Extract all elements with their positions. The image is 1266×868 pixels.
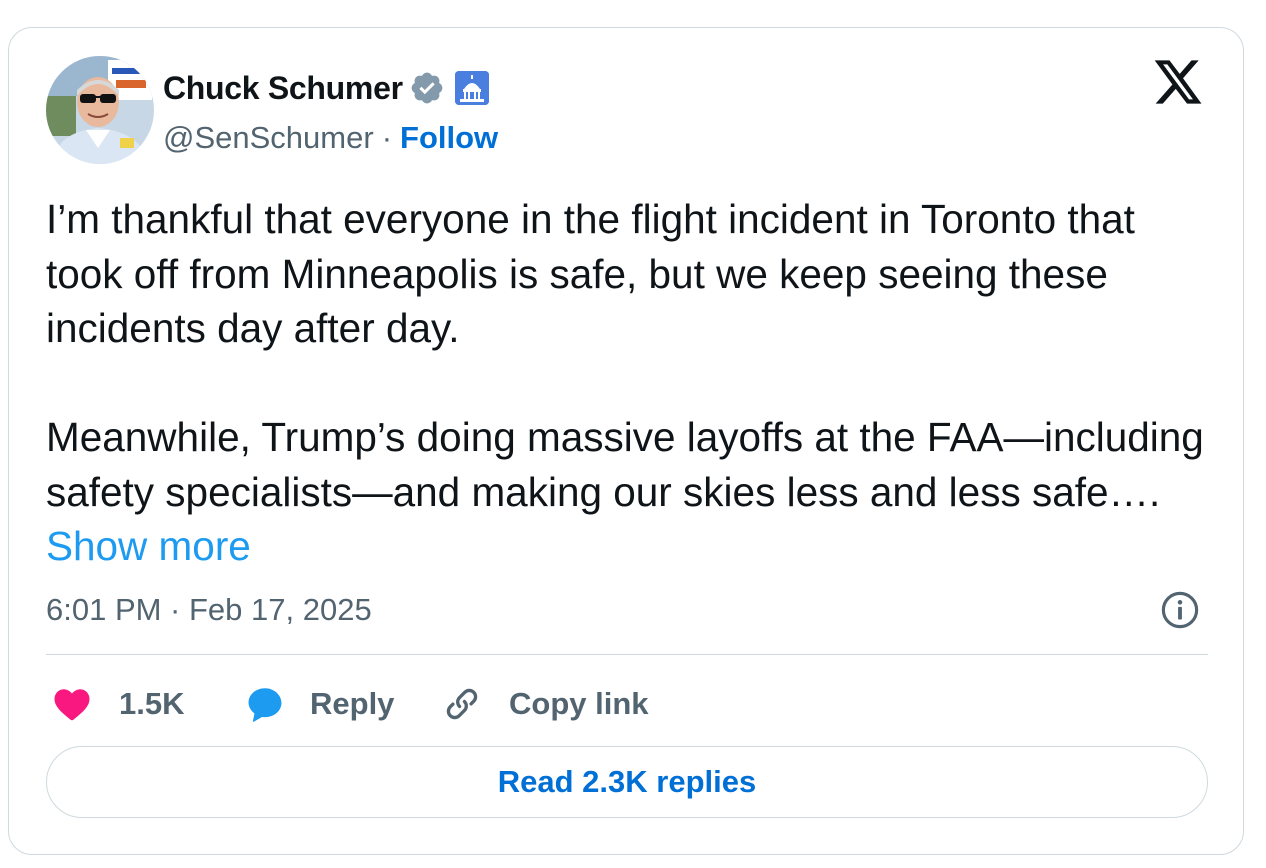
heart-icon <box>54 689 90 721</box>
tweet-body: I’m thankful that everyone in the flight… <box>46 196 1204 515</box>
show-more-link[interactable]: Show more <box>46 523 251 569</box>
read-replies-label: Read 2.3K replies <box>497 764 757 799</box>
info-icon[interactable] <box>1159 589 1201 631</box>
avatar[interactable] <box>46 56 154 164</box>
avatar-photo <box>46 56 154 164</box>
author-name-row: Chuck Schumer <box>163 66 489 110</box>
link-icon <box>446 688 478 720</box>
like-button[interactable]: 1.5K <box>51 679 184 729</box>
divider <box>46 654 1208 655</box>
tweet-card: Chuck Schumer @SenSchumer · Follow I’m t… <box>8 27 1244 855</box>
reply-label: Reply <box>310 686 395 721</box>
tweet-text: I’m thankful that everyone in the flight… <box>46 192 1216 574</box>
verified-badge-icon <box>411 72 443 104</box>
reply-bubble-icon <box>248 688 282 722</box>
author-name[interactable]: Chuck Schumer <box>163 70 403 107</box>
separator-dot: · <box>381 120 393 155</box>
author-handle[interactable]: @SenSchumer <box>163 120 374 156</box>
copy-link-button[interactable]: Copy link <box>441 679 649 729</box>
like-count: 1.5K <box>119 686 185 721</box>
follow-button[interactable]: Follow <box>400 120 498 156</box>
handle-row: @SenSchumer · Follow <box>163 118 498 158</box>
tweet-timestamp[interactable]: 6:01 PM · Feb 17, 2025 <box>46 588 372 632</box>
x-logo-icon[interactable] <box>1152 58 1204 106</box>
read-replies-button[interactable]: Read 2.3K replies <box>46 746 1208 818</box>
capitol-dome-icon[interactable] <box>454 71 489 105</box>
reply-button[interactable]: Reply <box>243 679 394 729</box>
copy-link-label: Copy link <box>509 686 649 721</box>
